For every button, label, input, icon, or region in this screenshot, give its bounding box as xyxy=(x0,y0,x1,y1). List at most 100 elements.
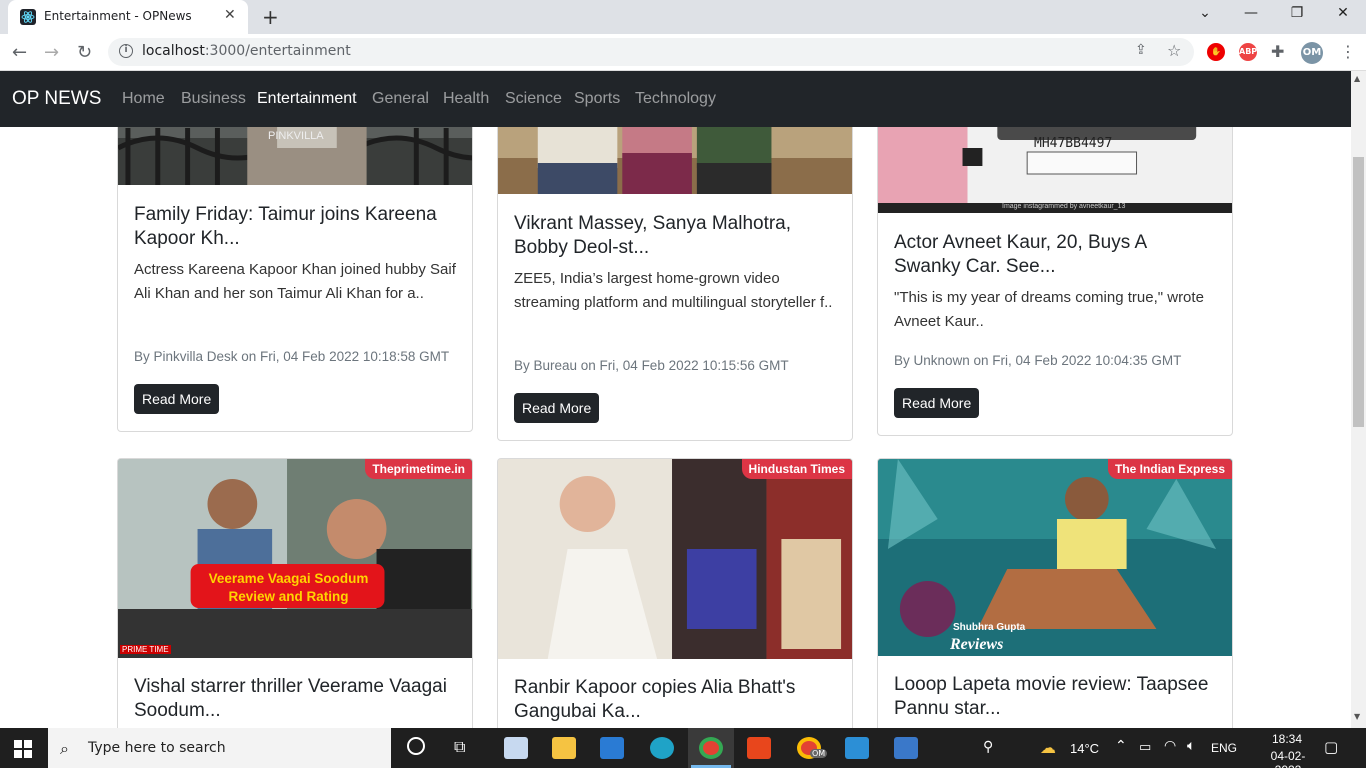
nav-link-business[interactable]: Business xyxy=(181,90,246,108)
profile-initials: OM xyxy=(1302,47,1322,58)
windows-start-icon[interactable] xyxy=(14,740,32,758)
people-icon[interactable]: ⚲ xyxy=(983,739,993,755)
address-bar[interactable]: i localhost:3000/entertainment ⇪ ☆ xyxy=(108,38,1194,66)
wifi-icon[interactable]: ◠ xyxy=(1164,738,1176,754)
reload-icon[interactable]: ↻ xyxy=(77,42,92,63)
task-view-icon[interactable]: ⧉ xyxy=(454,737,465,757)
nav-link-general[interactable]: General xyxy=(372,90,429,108)
browser-toolbar: ← → ↻ i localhost:3000/entertainment ⇪ ☆… xyxy=(0,34,1366,71)
news-image[interactable] xyxy=(498,127,852,194)
news-image[interactable] xyxy=(878,459,1232,656)
news-card: PINKVILLA Family Friday: Taimur joins Ka… xyxy=(117,127,473,432)
bookmark-star-icon[interactable]: ☆ xyxy=(1167,41,1181,60)
image-reviews-label: Reviews xyxy=(950,636,1004,653)
news-description: "This is my year of dreams coming true,"… xyxy=(894,289,1204,330)
forward-icon[interactable]: → xyxy=(44,42,59,63)
news-title: Actor Avneet Kaur, 20, Buys A Swanky Car… xyxy=(894,232,1147,277)
browser-menu-icon[interactable]: ⋮ xyxy=(1340,42,1356,61)
tab-title: Entertainment - OPNews xyxy=(44,9,192,23)
edge-browser-icon[interactable] xyxy=(650,737,674,759)
nav-link-science[interactable]: Science xyxy=(505,90,562,108)
language-indicator[interactable]: ENG xyxy=(1211,741,1237,755)
extensions-puzzle-icon[interactable]: ✚ xyxy=(1271,42,1284,61)
read-more-button[interactable]: Read More xyxy=(894,388,980,418)
browser-tab[interactable]: Entertainment - OPNews ✕ xyxy=(8,0,248,34)
news-meta: By Pinkvilla Desk on Fri, 04 Feb 2022 10… xyxy=(134,349,450,364)
abp-label: ABP xyxy=(1239,47,1258,56)
minimize-icon[interactable]: — xyxy=(1241,5,1261,21)
close-tab-icon[interactable]: ✕ xyxy=(224,7,236,23)
weather-icon[interactable]: ☁ xyxy=(1040,738,1056,757)
cortana-icon[interactable] xyxy=(407,737,425,755)
scroll-down-arrow-icon[interactable]: ▼ xyxy=(1354,712,1360,721)
back-icon[interactable]: ← xyxy=(12,42,27,63)
site-info-icon[interactable]: i xyxy=(119,44,133,58)
news-description: Actress Kareena Kapoor Khan joined hubby… xyxy=(134,261,456,302)
photos-icon[interactable] xyxy=(894,737,918,759)
show-hidden-icons-icon[interactable]: ⌃ xyxy=(1115,738,1127,754)
office-icon[interactable] xyxy=(747,737,771,759)
tab-search-chevron-icon[interactable]: ⌄ xyxy=(1195,5,1215,21)
clock-date[interactable]: 04-02-2022 xyxy=(1260,749,1316,777)
chrome-icon[interactable] xyxy=(699,737,723,759)
nav-link-home[interactable]: Home xyxy=(122,90,165,108)
news-meta: By Unknown on Fri, 04 Feb 2022 10:04:35 … xyxy=(894,353,1182,368)
notification-center-icon[interactable]: ▢ xyxy=(1324,738,1338,756)
nav-link-sports[interactable]: Sports xyxy=(574,90,620,108)
mail-icon[interactable] xyxy=(600,737,624,759)
close-window-icon[interactable]: ✕ xyxy=(1333,5,1353,21)
profile-avatar[interactable]: OM xyxy=(1301,42,1323,64)
page-scrollbar[interactable]: ▲ ▼ xyxy=(1351,71,1366,728)
weather-temperature[interactable]: 14°C xyxy=(1070,741,1099,756)
source-badge: Hindustan Times xyxy=(741,459,852,479)
search-icon: ⌕ xyxy=(60,739,69,758)
windows-taskbar: ⌕ Type here to search ⧉ OM ⚲ ☁ 14°C ⌃ ▭ … xyxy=(0,728,1366,777)
news-image[interactable] xyxy=(498,459,852,659)
read-more-button[interactable]: Read More xyxy=(514,393,600,423)
news-card: Veerame Vaagai Soodum Review and Rating … xyxy=(117,458,473,728)
news-title: Family Friday: Taimur joins Kareena Kapo… xyxy=(134,204,437,249)
url-path: :3000/entertainment xyxy=(204,43,351,59)
source-badge: The Indian Express xyxy=(1107,459,1232,479)
vscode-icon[interactable] xyxy=(845,737,869,759)
news-grid: PINKVILLA Family Friday: Taimur joins Ka… xyxy=(0,127,1351,728)
news-title: Vikrant Massey, Sanya Malhotra, Bobby De… xyxy=(514,213,792,258)
read-more-button[interactable]: Read More xyxy=(134,384,220,414)
clock-time[interactable]: 18:34 xyxy=(1264,732,1310,746)
news-card: Hindustan Times Ranbir Kapoor copies Ali… xyxy=(497,458,853,728)
nav-link-health[interactable]: Health xyxy=(443,90,489,108)
share-icon[interactable]: ⇪ xyxy=(1135,42,1147,58)
scrollbar-thumb[interactable] xyxy=(1353,157,1364,427)
restore-icon[interactable]: ❐ xyxy=(1287,5,1307,21)
taskbar-search-placeholder: Type here to search xyxy=(88,740,226,756)
brand-logo[interactable]: OP NEWS xyxy=(12,88,101,110)
file-explorer-icon[interactable] xyxy=(552,737,576,759)
news-card: Vikrant Massey, Sanya Malhotra, Bobby De… xyxy=(497,127,853,441)
scroll-up-arrow-icon[interactable]: ▲ xyxy=(1354,74,1360,83)
news-title: Ranbir Kapoor copies Alia Bhatt's Gangub… xyxy=(514,677,796,722)
news-card: MH47BB4497 Image instagrammed by avneetk… xyxy=(877,127,1233,436)
image-watermark: PINKVILLA xyxy=(268,130,324,142)
browser-tab-strip: Entertainment - OPNews ✕ + ⌄ — ❐ ✕ xyxy=(0,0,1366,34)
adblock-plus-icon[interactable]: ABP xyxy=(1239,43,1257,61)
taskbar-search-box[interactable]: ⌕ Type here to search xyxy=(48,728,391,768)
nav-link-technology[interactable]: Technology xyxy=(635,90,716,108)
url-host: localhost xyxy=(142,43,205,59)
image-corner-label: PRIME TIME xyxy=(120,645,171,654)
extension-stop-icon[interactable]: ✋ xyxy=(1207,43,1225,61)
news-title: Looop Lapeta movie review: Taapsee Pannu… xyxy=(894,674,1209,719)
battery-icon[interactable]: ▭ xyxy=(1139,740,1151,755)
new-tab-icon[interactable]: + xyxy=(262,5,279,29)
volume-icon[interactable]: 🔈︎ xyxy=(1187,738,1195,754)
image-overlay-text: Veerame Vaagai Soodum Review and Rating xyxy=(208,571,369,604)
paint-app-icon[interactable] xyxy=(504,737,528,759)
image-caption: Image instagrammed by avneetkaur_13 xyxy=(1002,203,1126,210)
image-plate-text: MH47BB4497 xyxy=(1034,136,1113,151)
url-text[interactable]: localhost:3000/entertainment xyxy=(142,43,351,59)
news-title: Vishal starrer thriller Veerame Vaagai S… xyxy=(134,676,447,721)
news-image[interactable] xyxy=(118,459,472,658)
react-favicon-icon xyxy=(20,9,36,25)
image-reviewer-name: Shubhra Gupta xyxy=(953,622,1026,633)
site-navbar: OP NEWS Home Business Entertainment Gene… xyxy=(0,71,1351,127)
nav-link-entertainment[interactable]: Entertainment xyxy=(257,90,357,108)
